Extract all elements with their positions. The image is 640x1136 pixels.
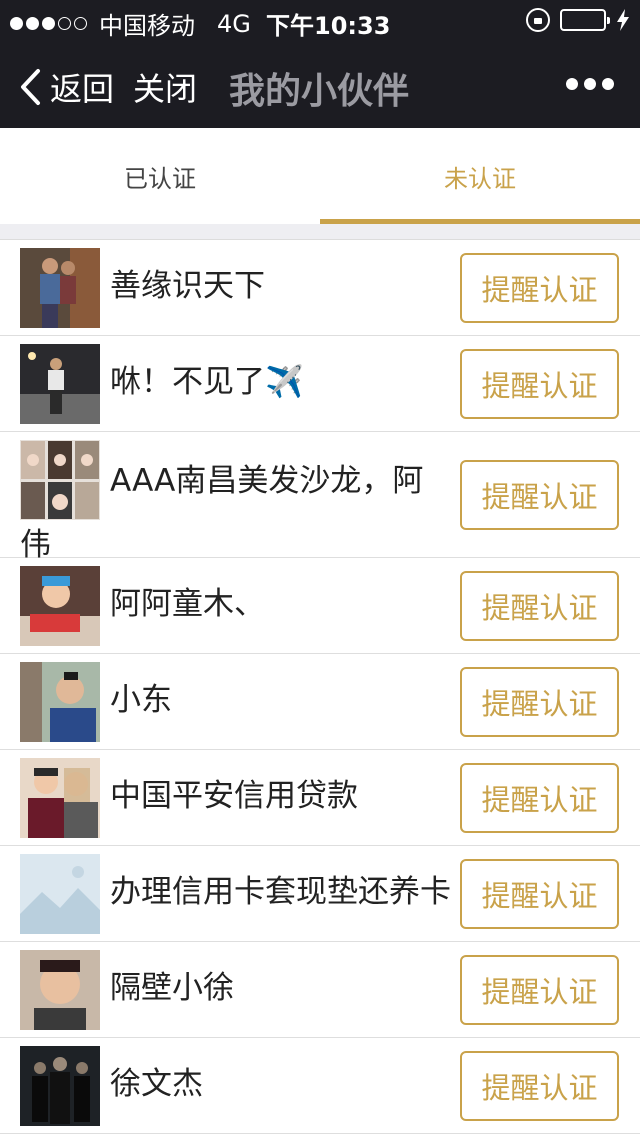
section-divider (0, 224, 640, 240)
close-button[interactable]: 关闭 (133, 64, 197, 110)
battery-icon (560, 9, 610, 31)
remind-verify-button[interactable]: 提醒认证 (460, 349, 619, 419)
partner-name: 咻！不见了✈️ (110, 364, 304, 400)
page-title: 我的小伙伴 (229, 71, 410, 112)
status-bar: 中国移动 4G 下午10:33 (0, 0, 640, 40)
signal-dot (58, 17, 71, 30)
status-left: 中国移动 4G (10, 6, 275, 41)
avatar (20, 248, 100, 328)
list-item[interactable]: AAA南昌美发沙龙，阿伟 提醒认证 (0, 432, 640, 563)
signal-strength-icon (10, 17, 87, 30)
status-time: 下午10:33 (266, 12, 391, 40)
avatar (20, 344, 100, 424)
remind-verify-button[interactable]: 提醒认证 (460, 859, 619, 929)
remind-verify-button[interactable]: 提醒认证 (460, 955, 619, 1025)
status-right (526, 8, 630, 32)
back-button[interactable]: 返回 (18, 64, 114, 110)
signal-dot (74, 17, 87, 30)
partner-name: 小东 (110, 682, 172, 718)
more-dot-icon (602, 78, 614, 90)
list-item[interactable]: 善缘识天下 提醒认证 (0, 240, 640, 336)
remind-verify-button[interactable]: 提醒认证 (460, 460, 619, 530)
signal-dot (26, 17, 39, 30)
list-item[interactable]: 徐文杰 提醒认证 (0, 1038, 640, 1134)
chevron-left-icon (21, 69, 40, 105)
partner-list: 善缘识天下 提醒认证 咻！不见了✈️ 提醒认证 AAA南昌美发沙龙，阿伟 提醒认… (0, 240, 640, 1134)
partner-name: 中国平安信用贷款 (110, 778, 358, 814)
carrier-name: 中国移动 (99, 12, 195, 40)
more-dot-icon (566, 78, 578, 90)
avatar (20, 758, 100, 838)
tab-bar: 已认证 未认证 (0, 128, 640, 224)
remind-verify-button[interactable]: 提醒认证 (460, 763, 619, 833)
partner-name: 阿阿童木、 (110, 586, 265, 622)
rotation-lock-icon (526, 8, 550, 32)
list-item[interactable]: 中国平安信用贷款 提醒认证 (0, 750, 640, 846)
list-item[interactable]: 隔壁小徐 提醒认证 (0, 942, 640, 1038)
partner-name: 隔壁小徐 (110, 970, 234, 1006)
list-item[interactable]: 办理信用卡套现垫还养卡 提醒认证 (0, 846, 640, 942)
more-menu-button[interactable] (566, 78, 614, 90)
avatar (20, 662, 100, 742)
avatar (20, 1046, 100, 1126)
tab-unverified[interactable]: 未认证 (320, 128, 640, 224)
back-label: 返回 (50, 70, 115, 108)
partner-name: 善缘识天下 (110, 268, 265, 304)
signal-dot (42, 17, 55, 30)
more-dot-icon (584, 78, 596, 90)
avatar (20, 950, 100, 1030)
signal-dot (10, 17, 23, 30)
tab-verified[interactable]: 已认证 (0, 128, 320, 224)
charging-bolt-icon (617, 9, 629, 31)
avatar (20, 566, 100, 646)
network-type: 4G (217, 9, 251, 38)
remind-verify-button[interactable]: 提醒认证 (460, 1051, 619, 1121)
remind-verify-button[interactable]: 提醒认证 (460, 667, 619, 737)
remind-verify-button[interactable]: 提醒认证 (460, 571, 619, 641)
remind-verify-button[interactable]: 提醒认证 (460, 253, 619, 323)
list-item[interactable]: 阿阿童木、 提醒认证 (0, 558, 640, 654)
list-item[interactable]: 咻！不见了✈️ 提醒认证 (0, 336, 640, 432)
partner-name: 办理信用卡套现垫还养卡 (110, 874, 451, 910)
partner-name: 徐文杰 (110, 1066, 203, 1102)
avatar (20, 854, 100, 934)
nav-bar: 返回 关闭 我的小伙伴 (0, 40, 640, 128)
list-item[interactable]: 小东 提醒认证 (0, 654, 640, 750)
